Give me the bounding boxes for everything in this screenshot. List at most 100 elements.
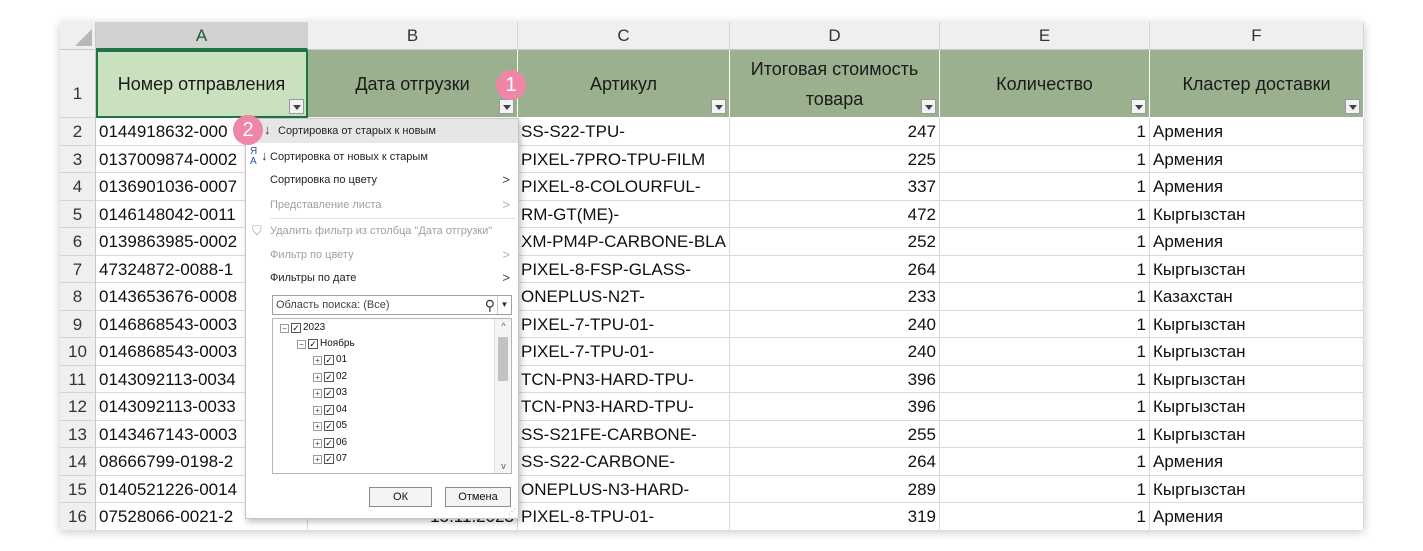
cell-delivery-cluster[interactable]: Армения [1150,503,1364,530]
tree-scrollbar[interactable]: ^ v [494,319,511,473]
tree-node-day[interactable]: + ✓ 03 [313,385,347,401]
header-cell-article[interactable]: Артикул [518,50,730,118]
tree-node-day[interactable]: + ✓ 04 [313,402,347,418]
cell-article[interactable]: ONEPLUS-N3-HARD-TPU- [518,475,730,526]
row-header[interactable]: 1 [60,50,96,118]
collapse-icon[interactable]: − [297,340,306,349]
cell-total-cost[interactable]: 255 [730,420,940,448]
cell-total-cost[interactable]: 240 [730,338,940,366]
header-cell-ship-date[interactable]: Дата отгрузки [308,50,518,118]
cell-article[interactable]: SS-S22-TPU-TRANSPAREN [518,118,730,168]
expand-icon[interactable]: + [313,455,322,464]
header-cell-quantity[interactable]: Количество [940,50,1150,118]
expand-icon[interactable]: + [313,405,322,415]
scrollbar-thumb[interactable] [498,337,508,381]
cell-quantity[interactable]: 1 [940,393,1150,421]
tree-node-day[interactable]: + ✓ 01 [313,352,347,368]
cancel-button[interactable]: Отмена [445,487,511,507]
cell-delivery-cluster[interactable]: Армения [1150,228,1364,256]
cell-article[interactable]: PIXEL-8-COLOURFUL-BLA( [518,173,730,223]
header-cell-total-cost[interactable]: Итоговая стоимость товара [730,50,940,118]
cell-delivery-cluster[interactable]: Армения [1150,118,1364,146]
search-input[interactable]: Область поиска: (Все) ⚲ ▼ [272,295,512,315]
cell-quantity[interactable]: 1 [940,255,1150,283]
select-all-corner[interactable] [60,22,96,50]
cell-article[interactable]: PIXEL-8-FSP-GLASS-BLACK [518,255,730,306]
cell-article[interactable]: PIXEL-8-TPU-01-TRANSPA [518,503,730,530]
cell-quantity[interactable]: 1 [940,173,1150,201]
cell-total-cost[interactable]: 472 [730,200,940,228]
cell-total-cost[interactable]: 396 [730,393,940,421]
checkbox[interactable]: ✓ [324,454,334,464]
tree-node-day[interactable]: + ✓ 07 [313,451,347,467]
column-header-b[interactable]: B [308,22,518,50]
resize-grip-icon[interactable]: ⋰ [508,507,516,516]
cell-total-cost[interactable]: 289 [730,475,940,503]
row-header[interactable]: 12 [60,393,96,421]
cell-article[interactable]: TCN-PN3-HARD-TPU-POC [518,365,730,416]
filter-dropdown-button[interactable] [711,99,726,114]
cell-delivery-cluster[interactable]: Кыргызстан [1150,200,1364,228]
cell-article[interactable]: SS-S21FE-CARBONE-BLAC [518,420,730,471]
row-header[interactable]: 15 [60,475,96,503]
row-header[interactable]: 7 [60,255,96,283]
chevron-down-icon[interactable]: ▼ [497,296,511,314]
column-header-a[interactable]: A [96,22,308,50]
menu-sort-newest-to-oldest[interactable]: Я А ↓ Сортировка от новых к старым [246,145,518,169]
date-filter-tree[interactable]: − ✓ 2023 − ✓ Ноябрь + ✓ 01 + ✓ 02 + ✓ 03 + ✓ 04 + ✓ 05 + ✓ 06… [272,318,512,474]
row-header[interactable]: 8 [60,283,96,311]
expand-icon[interactable]: + [313,438,322,448]
checkbox[interactable]: ✓ [308,339,318,349]
row-header[interactable]: 5 [60,200,96,228]
checkbox[interactable]: ✓ [324,437,334,448]
cell-quantity[interactable]: 1 [940,365,1150,393]
column-header-e[interactable]: E [940,22,1150,50]
row-header[interactable]: 4 [60,173,96,201]
cell-total-cost[interactable]: 396 [730,365,940,393]
cell-quantity[interactable]: 1 [940,200,1150,228]
cell-delivery-cluster[interactable]: Кыргызстан [1150,338,1364,366]
cell-total-cost[interactable]: 319 [730,503,940,530]
cell-quantity[interactable]: 1 [940,310,1150,338]
expand-icon[interactable]: + [313,356,322,365]
row-header[interactable]: 14 [60,448,96,476]
cell-total-cost[interactable]: 233 [730,283,940,311]
cell-total-cost[interactable]: 225 [730,145,940,173]
filter-dropdown-button[interactable] [289,99,304,114]
tree-node-day[interactable]: + ✓ 02 [313,369,347,385]
tree-node-year[interactable]: − ✓ 2023 [280,320,325,336]
row-header[interactable]: 9 [60,310,96,338]
checkbox[interactable]: ✓ [324,404,334,415]
checkbox[interactable]: ✓ [324,371,334,382]
cell-quantity[interactable]: 1 [940,338,1150,366]
filter-dropdown-button[interactable] [499,99,514,114]
checkbox[interactable]: ✓ [324,421,334,431]
cell-quantity[interactable]: 1 [940,283,1150,311]
scroll-up-icon[interactable]: ^ [495,321,511,331]
expand-icon[interactable]: + [313,389,322,398]
cell-quantity[interactable]: 1 [940,145,1150,173]
cell-article[interactable]: PIXEL-7PRO-TPU-FILM [518,145,730,173]
cell-article[interactable]: ONEPLUS-N2T-COLOURFU [518,283,730,333]
header-cell-delivery-cluster[interactable]: Кластер доставки [1150,50,1364,118]
collapse-icon[interactable]: − [280,324,289,333]
cell-quantity[interactable]: 1 [940,118,1150,146]
column-header-d[interactable]: D [730,22,940,50]
cell-delivery-cluster[interactable]: Кыргызстан [1150,310,1364,338]
cell-article[interactable]: TCN-PN3-HARD-TPU-POC [518,393,730,443]
expand-icon[interactable]: + [313,372,322,382]
cell-total-cost[interactable]: 240 [730,310,940,338]
cell-delivery-cluster[interactable]: Кыргызстан [1150,475,1364,503]
cell-total-cost[interactable]: 337 [730,173,940,201]
cell-delivery-cluster[interactable]: Казахстан [1150,283,1364,311]
row-header[interactable]: 2 [60,118,96,146]
cell-delivery-cluster[interactable]: Кыргызстан [1150,255,1364,283]
menu-sort-oldest-to-newest[interactable]: ↓ Сортировка от старых к новым [246,119,518,143]
cell-article[interactable]: SS-S22-CARBONE-BLACK [518,448,730,498]
row-header[interactable]: 16 [60,503,96,530]
scroll-down-icon[interactable]: v [495,461,511,471]
cell-total-cost[interactable]: 264 [730,448,940,476]
row-header[interactable]: 10 [60,338,96,366]
cell-article[interactable]: PIXEL-7-TPU-01-TRANSPA [518,338,730,388]
cell-article[interactable]: XM-PM4P-CARBONE-BLA [518,228,730,256]
